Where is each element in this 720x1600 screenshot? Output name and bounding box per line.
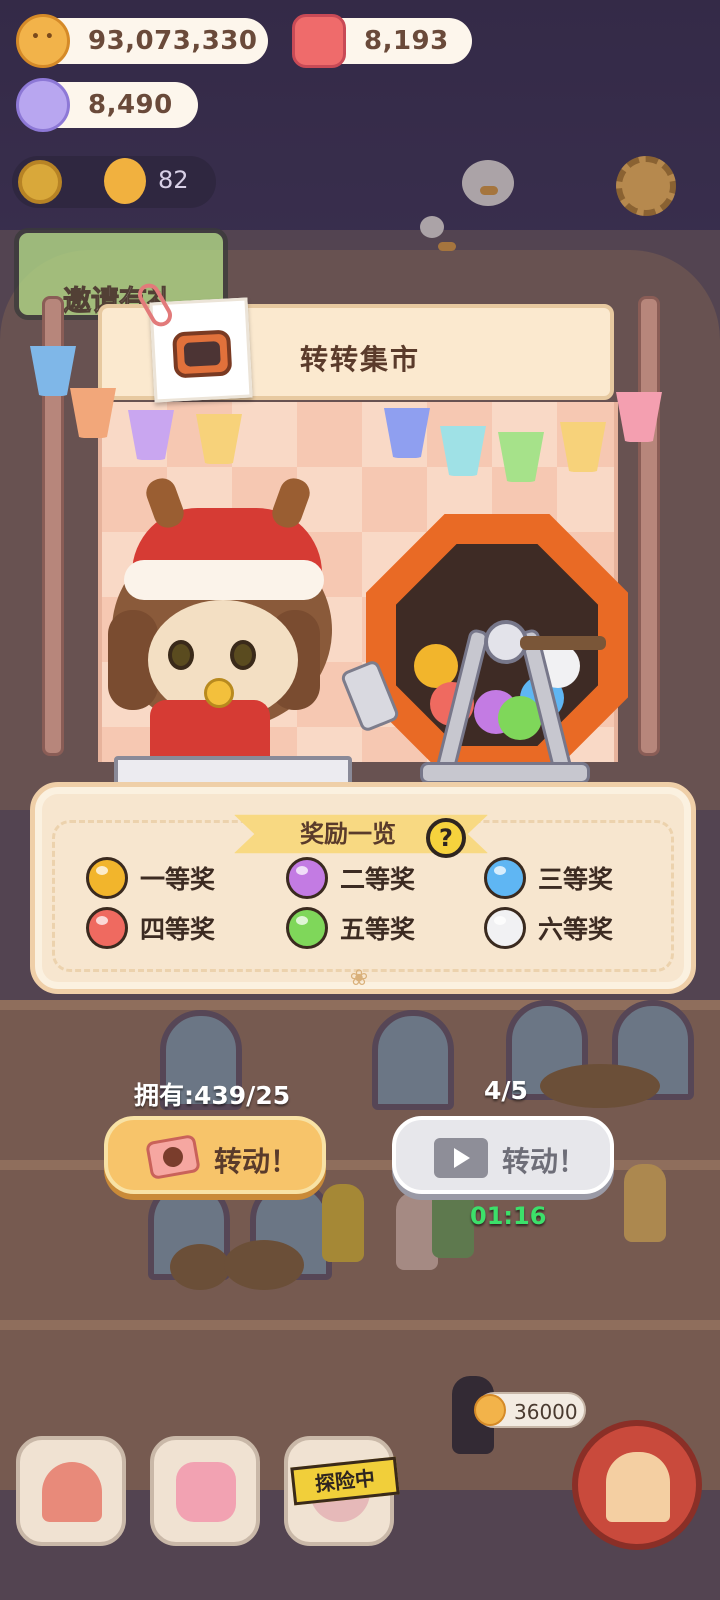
ticket-icon [145,1133,201,1181]
santa-hat-trim [124,560,324,600]
prize-item-3: 三等奖 [484,856,613,900]
gem-counter[interactable]: 8,490 [16,78,198,132]
video-spin-count: 4/5 [484,1076,528,1105]
stall-pole-right [638,296,660,756]
eye [230,640,256,670]
character-outfit [150,700,270,756]
nav-calendar-button[interactable] [150,1436,260,1546]
cost-badge: 36000 [474,1392,586,1428]
prize-label: 一等奖 [140,865,216,894]
green-ball-icon [286,907,328,949]
sun-icon [18,160,62,204]
spin-video-button[interactable]: 转动！ [392,1116,614,1194]
prize-label: 二等奖 [340,865,416,894]
nav-house-button[interactable] [16,1436,126,1546]
reward-title: 奖励一览 [300,820,396,848]
prize-item-6: 六等奖 [484,906,613,950]
bell-icon [204,678,234,708]
prize-item-4: 四等奖 [86,906,215,950]
help-question-icon[interactable]: ? [426,818,466,858]
prize-label: 四等奖 [140,915,216,944]
prize-label: 五等奖 [340,915,416,944]
coin-counter[interactable]: 93,073,330 [16,14,268,68]
crystal-gem-icon [16,78,70,132]
video-spin-label: 转动！ [502,1145,587,1178]
blue-ball-icon [484,857,526,899]
paw-icon: ❀ [349,966,369,991]
video-play-icon [434,1138,488,1178]
cost-amount: 36000 [514,1400,578,1424]
purple-ball-icon [286,857,328,899]
spin-button-label: 转动！ [214,1145,299,1178]
tv-icon [172,329,233,379]
gem-amount: 8,490 [88,90,173,120]
coin-amount: 93,073,330 [88,26,258,56]
chick-avatar-icon [104,158,146,204]
cookie-coin-icon [474,1394,506,1426]
nav-stage-button[interactable] [572,1420,702,1550]
machine-crank-handle[interactable] [520,636,606,650]
prize-label: 六等奖 [538,915,614,944]
eye [168,640,194,670]
level-count: 82 [158,166,189,194]
ticket-owned-count: 拥有:439/25 [134,1081,291,1110]
prize-item-2: 二等奖 [286,856,415,900]
spin-ticket-button[interactable]: 转动！ [104,1116,326,1194]
candle-counter[interactable]: 8,193 [292,14,472,68]
white-ball-icon [484,907,526,949]
candle-amount: 8,193 [364,26,449,56]
red-ball-icon [86,907,128,949]
cooldown-timer: 01:16 [470,1202,547,1230]
settings-gear-icon[interactable] [616,156,676,216]
gold-ball-icon [86,857,128,899]
cookie-coin-icon [16,14,70,68]
prize-item-5: 五等奖 [286,906,415,950]
machine-stand-base [420,762,590,784]
prize-label: 三等奖 [538,865,614,894]
level-pill[interactable]: 82 [12,156,216,208]
candle-icon [292,14,346,68]
prize-item-1: 一等奖 [86,856,215,900]
